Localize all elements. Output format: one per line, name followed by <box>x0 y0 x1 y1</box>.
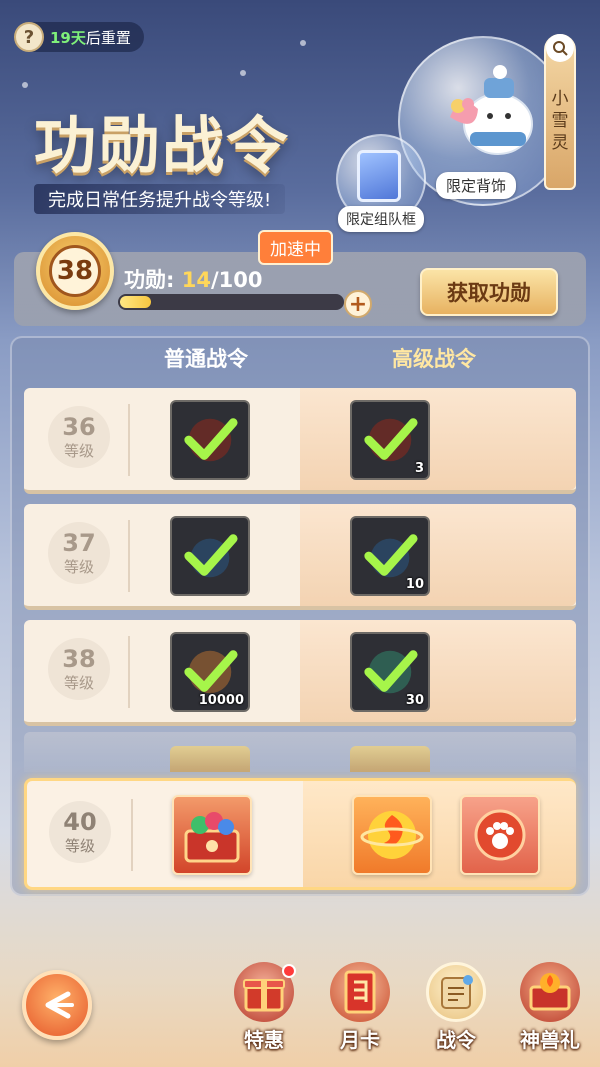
merit-total: /100 <box>210 268 263 292</box>
column-header-premium: 高级战令 <box>392 347 476 371</box>
row-level: 37 等级 <box>48 522 110 584</box>
page-subtitle: 完成日常任务提升战令等级! <box>34 184 286 214</box>
firework-sparkle <box>240 70 246 76</box>
nav-label: 战令 <box>436 1028 476 1052</box>
normal-reward-claimed[interactable] <box>170 400 250 480</box>
reward-row-39-partial <box>24 732 576 772</box>
fire-orb-icon <box>360 811 424 859</box>
nav-label: 特惠 <box>244 1028 284 1052</box>
firework-sparkle <box>300 40 306 46</box>
reward-quantity: 30 <box>405 693 424 708</box>
normal-reward-claimed[interactable]: 10000 <box>170 632 250 712</box>
back-button[interactable] <box>22 970 92 1040</box>
firework-sparkle <box>22 82 28 88</box>
premium-reward-claimed[interactable]: 10 <box>350 516 430 596</box>
get-merit-button[interactable]: 获取功勋 <box>420 268 558 316</box>
merit-current: 14 <box>181 268 211 292</box>
row-level-word: 等级 <box>64 836 95 855</box>
normal-reward-claimed[interactable] <box>170 516 250 596</box>
reset-timer-pill[interactable]: ? 19天后重置 <box>14 22 144 52</box>
nav-label: 神兽礼 <box>520 1028 580 1052</box>
notification-dot <box>282 964 296 978</box>
speedup-badge: 加速中 <box>258 230 333 265</box>
premium-reward-claimed[interactable]: 3 <box>350 400 430 480</box>
row-level-number: 36 <box>62 412 96 441</box>
nav-label: 月卡 <box>340 1028 380 1052</box>
paw-token-icon <box>474 809 526 861</box>
merit-progress-text: 功勋: 14/100 <box>124 264 262 294</box>
level-number: 38 <box>49 245 101 297</box>
reward-quantity: 10000 <box>198 693 244 708</box>
merit-progress-fill <box>120 296 151 308</box>
row-level-word: 等级 <box>63 557 94 576</box>
back-arrow-icon <box>45 991 74 1019</box>
premium-reward-claimed[interactable]: 30 <box>350 632 430 712</box>
row-level: 40 等级 <box>49 801 111 863</box>
battle-pass-scroll-icon <box>426 962 486 1022</box>
row-level-word: 等级 <box>63 673 94 692</box>
checkmark-icon <box>184 534 238 578</box>
search-icon[interactable] <box>546 34 574 62</box>
row-level: 36 等级 <box>48 406 110 468</box>
beast-gift-icon <box>520 962 580 1022</box>
nav-beast-gift[interactable]: 神兽礼 <box>514 962 586 1052</box>
row-level: 38 等级 <box>48 638 110 700</box>
reward-row-37[interactable]: 37 等级 10 <box>24 504 576 610</box>
checkmark-icon <box>364 418 418 462</box>
reset-days: 19天 <box>50 28 86 47</box>
premium-reward-paw-token[interactable] <box>460 795 540 875</box>
row-level-number: 38 <box>62 644 96 673</box>
checkmark-icon <box>184 418 238 462</box>
month-card-icon <box>330 962 390 1022</box>
snowman-backpiece-icon <box>450 65 533 155</box>
reward-row-40[interactable]: 40 等级 <box>24 778 576 890</box>
side-tab-label: 小雪灵 <box>551 89 569 153</box>
nav-battle-pass[interactable]: 战令 <box>420 962 492 1052</box>
reset-suffix: 后重置 <box>85 28 131 47</box>
reward-quantity: 10 <box>405 577 424 592</box>
frame-tag: 限定组队框 <box>338 206 424 232</box>
level-badge: 38 <box>36 232 114 310</box>
reward-quantity: 3 <box>414 461 424 476</box>
gem-chest-icon <box>184 812 240 863</box>
row-level-number: 40 <box>63 807 97 836</box>
reward-row-36[interactable]: 36 等级 3 <box>24 388 576 494</box>
add-merit-button[interactable]: + <box>344 290 372 318</box>
help-icon[interactable]: ? <box>14 22 44 52</box>
merit-progress-track <box>118 294 344 310</box>
backpiece-tag: 限定背饰 <box>436 172 517 199</box>
reward-row-38[interactable]: 38 等级 10000 30 <box>24 620 576 726</box>
premium-reward-fire-orb[interactable] <box>352 795 432 875</box>
nav-special-offer[interactable]: 特惠 <box>228 962 300 1052</box>
row-level-number: 37 <box>62 528 96 557</box>
merit-label: 功勋: <box>124 268 175 292</box>
nav-month-card[interactable]: 月卡 <box>324 962 396 1052</box>
page-title: 功勋战令 <box>34 109 291 182</box>
column-header-normal: 普通战令 <box>164 347 248 371</box>
team-frame-icon <box>357 150 401 202</box>
row-level-word: 等级 <box>63 441 94 460</box>
reset-timer-text: 19天后重置 <box>50 27 131 48</box>
normal-reward-gem-chest[interactable] <box>172 795 252 875</box>
